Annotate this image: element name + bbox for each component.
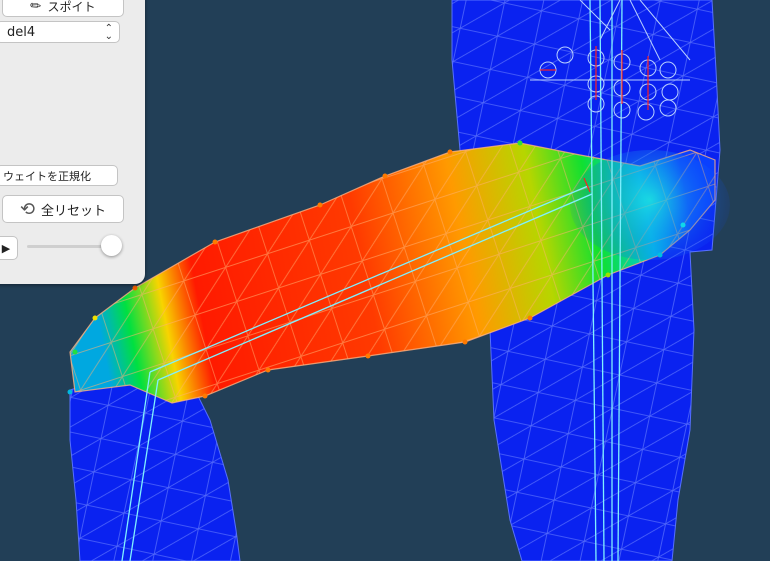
model-select[interactable]: del4 ⌃ ⌄ xyxy=(0,21,120,43)
reset-all-button[interactable]: ⟲ 全リセット xyxy=(2,195,124,223)
weight-tool-panel: ✎ スポイト del4 ⌃ ⌄ ウェイトを正規化 ⟲ 全リセット ▶ xyxy=(0,0,145,284)
model-select-value: del4 xyxy=(7,24,36,40)
eyedropper-icon: ✎ xyxy=(26,0,45,16)
reset-arrows-icon: ⟲ xyxy=(19,198,36,220)
chevron-updown-icon: ⌃ ⌄ xyxy=(104,23,113,42)
eyedropper-label: スポイト xyxy=(47,0,96,14)
play-icon: ▶ xyxy=(1,241,11,255)
normalize-weight-label: ウェイトを正規化 xyxy=(3,169,91,183)
normalize-weight-button[interactable]: ウェイトを正規化 xyxy=(0,165,118,186)
playback-slider-knob[interactable] xyxy=(101,235,122,256)
play-button[interactable]: ▶ xyxy=(0,236,18,260)
reset-all-label: 全リセット xyxy=(41,203,107,219)
eyedropper-button[interactable]: ✎ スポイト xyxy=(2,0,124,17)
